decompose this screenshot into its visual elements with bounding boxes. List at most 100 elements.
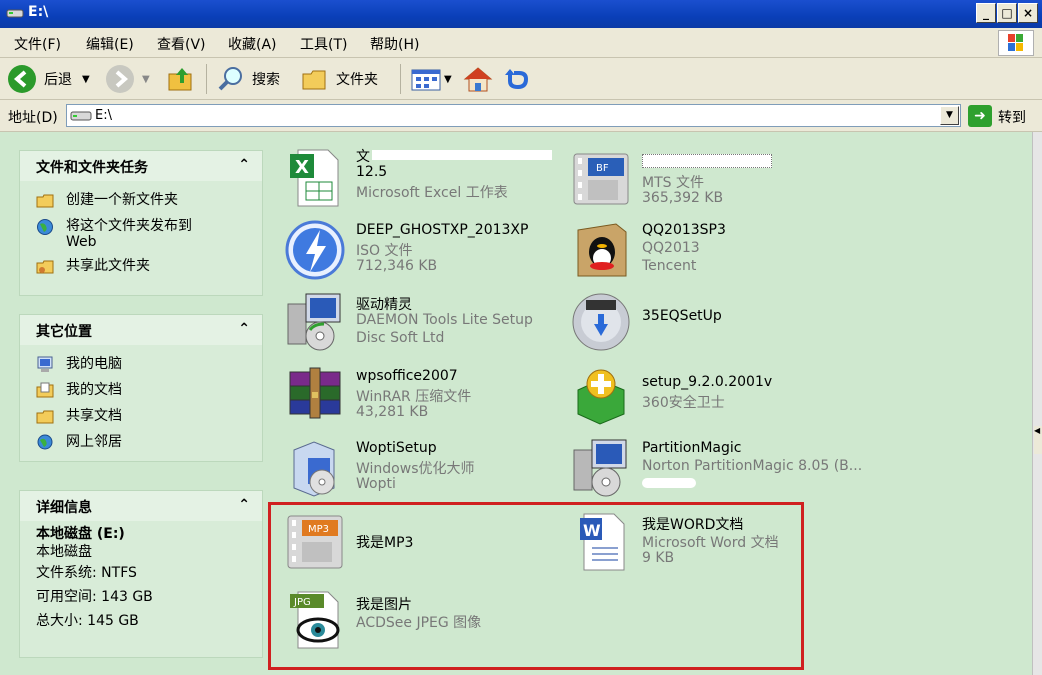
forward-button[interactable]: ▼ [106, 64, 150, 94]
file-name: WoptiSetup [356, 440, 437, 456]
forward-dropdown-icon[interactable]: ▼ [142, 74, 150, 85]
details-free-space: 可用空间: 143 GB [36, 589, 153, 605]
forward-arrow-icon [106, 65, 134, 93]
svg-text:X: X [295, 157, 309, 178]
place-network[interactable]: 网上邻居 [20, 431, 262, 457]
toolbar: 后退 ▼ ▼ 搜索 文件夹 ▼ [0, 58, 1042, 100]
task-pane: 文件和文件夹任务 ⌃ 创建一个新文件夹 将这个文件夹发布到 Web 共享此文件夹… [0, 132, 270, 675]
qq-icon [577, 223, 627, 277]
file-item-excel[interactable]: X 文 12.5 Microsoft Excel 工作表 [272, 142, 552, 212]
file-type: MTS 文件 [642, 175, 704, 191]
collapse-arrow-icon[interactable]: ◀ [1034, 426, 1042, 454]
drive-icon [70, 111, 92, 121]
task-new-folder[interactable]: 创建一个新文件夹 [20, 189, 262, 215]
file-name: 驱动精灵 [356, 297, 412, 313]
place-my-documents[interactable]: 我的文档 [20, 379, 262, 405]
undo-icon [505, 69, 529, 90]
drive-icon [6, 9, 24, 18]
menu-bar: 文件(F) 编辑(E) 查看(V) 收藏(A) 工具(T) 帮助(H) [0, 28, 1042, 58]
excel-icon: X [290, 149, 339, 207]
file-name: DEEP_GHOSTXP_2013XP [356, 222, 529, 238]
menu-favorites[interactable]: 收藏(A) [228, 34, 277, 54]
up-folder-button[interactable] [166, 64, 196, 94]
file-type: Windows优化大师 [356, 461, 475, 477]
back-button[interactable]: 后退 ▼ [8, 64, 90, 94]
task-share-folder[interactable]: 共享此文件夹 [20, 255, 262, 281]
file-company: Tencent [642, 258, 697, 274]
search-icon [218, 67, 242, 91]
winrar-icon [289, 367, 341, 419]
refresh-button[interactable] [502, 64, 532, 94]
file-name: QQ2013SP3 [642, 222, 726, 238]
file-item-partitionmagic[interactable]: PartitionMagic Norton PartitionMagic 8.0… [558, 432, 862, 502]
close-button[interactable]: × [1018, 3, 1038, 23]
svg-text:BF: BF [596, 163, 609, 174]
menu-edit[interactable]: 编辑(E) [86, 34, 134, 54]
file-type: QQ2013 [642, 240, 700, 256]
menu-help[interactable]: 帮助(H) [370, 34, 419, 54]
my-documents-icon [36, 382, 54, 398]
360-icon [577, 369, 625, 425]
file-item-wopti[interactable]: WoptiSetup Windows优化大师 Wopti [272, 432, 552, 502]
redacted-mark [642, 478, 696, 488]
file-type: DAEMON Tools Lite Setup [356, 312, 533, 328]
file-item-iso[interactable]: DEEP_GHOSTXP_2013XP ISO 文件 712,346 KB [272, 214, 552, 284]
file-company: Disc Soft Ltd [356, 330, 445, 346]
address-dropdown-icon[interactable]: ▼ [940, 106, 959, 125]
file-item-driver-genius[interactable]: 驱动精灵 DAEMON Tools Lite Setup Disc Soft L… [272, 286, 552, 356]
minimize-button[interactable]: _ [976, 3, 996, 23]
highlight-box [268, 502, 804, 670]
file-item-wpsoffice[interactable]: wpsoffice2007 WinRAR 压缩文件 43,281 KB [272, 360, 552, 430]
my-computer-icon [37, 356, 53, 372]
home-button[interactable] [462, 64, 494, 94]
daemon-iso-icon [285, 220, 345, 280]
installer-icon [293, 441, 335, 497]
views-button[interactable]: ▼ [410, 64, 452, 94]
file-type: 360安全卫士 [642, 395, 725, 411]
address-input[interactable]: E:\ ▼ [66, 104, 961, 127]
file-item-qq[interactable]: QQ2013SP3 QQ2013 Tencent [558, 214, 838, 284]
go-arrow-icon[interactable]: ➜ [968, 105, 992, 127]
file-item-35eq[interactable]: 35EQSetUp [558, 286, 838, 356]
task-publish-web[interactable]: 将这个文件夹发布到 Web [20, 215, 262, 255]
collapse-icon[interactable]: ⌃ [238, 497, 250, 513]
details-filesystem: 文件系统: NTFS [36, 565, 137, 581]
file-name: setup_9.2.0.2001v [642, 374, 773, 390]
folders-icon [302, 70, 326, 90]
up-folder-icon [168, 68, 192, 91]
search-button[interactable]: 搜索 [216, 64, 280, 94]
setup-icon [573, 439, 627, 497]
file-name-line2: 12.5 [356, 164, 388, 180]
file-item-mts[interactable]: BF MTS 文件 365,392 KB [558, 142, 838, 212]
place-my-computer[interactable]: 我的电脑 [20, 353, 262, 379]
title-bar: E:\ _ □ × [0, 0, 1042, 28]
collapse-icon[interactable]: ⌃ [238, 157, 250, 173]
file-size: 712,346 KB [356, 258, 438, 274]
details-panel: 详细信息 ⌃ 本地磁盘 (E:) 本地磁盘 文件系统: NTFS 可用空间: 1… [19, 490, 263, 658]
file-type: WinRAR 压缩文件 [356, 389, 472, 405]
details-drive-name: 本地磁盘 (E:) [36, 526, 125, 542]
details-header[interactable]: 详细信息 ⌃ [20, 491, 262, 521]
menu-tools[interactable]: 工具(T) [300, 34, 347, 54]
views-icon [411, 69, 441, 91]
new-folder-icon [36, 194, 54, 208]
go-button[interactable]: 转到 [998, 107, 1026, 127]
file-size: 43,281 KB [356, 404, 429, 420]
menu-view[interactable]: 查看(V) [157, 34, 206, 54]
folders-button[interactable]: 文件夹 [300, 64, 378, 94]
network-icon [37, 434, 53, 450]
address-value: E:\ [95, 108, 112, 123]
back-dropdown-icon[interactable]: ▼ [82, 74, 90, 85]
setup-disc-icon [572, 293, 630, 351]
file-item-360[interactable]: setup_9.2.0.2001v 360安全卫士 [558, 360, 838, 430]
place-shared-documents[interactable]: 共享文档 [20, 405, 262, 431]
maximize-button[interactable]: □ [997, 3, 1017, 23]
file-type: Microsoft Excel 工作表 [356, 185, 508, 201]
collapse-icon[interactable]: ⌃ [238, 321, 250, 337]
tasks-header[interactable]: 文件和文件夹任务 ⌃ [20, 151, 262, 181]
places-header[interactable]: 其它位置 ⌃ [20, 315, 262, 345]
file-folder-tasks-panel: 文件和文件夹任务 ⌃ 创建一个新文件夹 将这个文件夹发布到 Web 共享此文件夹 [19, 150, 263, 296]
menu-file[interactable]: 文件(F) [14, 34, 61, 54]
home-icon [463, 67, 493, 92]
file-name: 文 [356, 149, 370, 165]
